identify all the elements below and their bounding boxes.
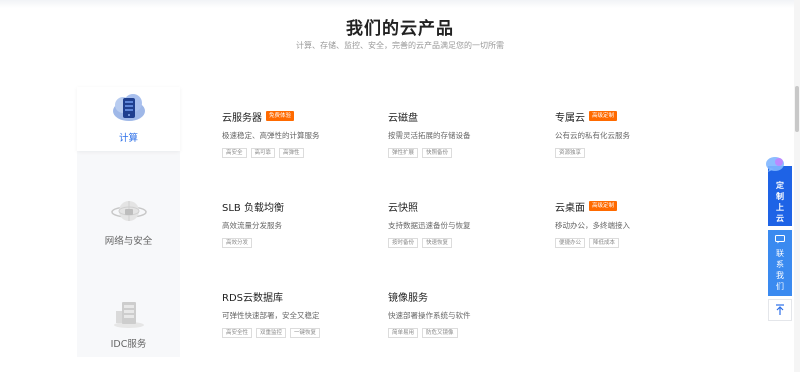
product-badge: 高级定制 bbox=[589, 111, 618, 121]
product-tag: 简单易用 bbox=[388, 328, 419, 338]
product-description: 移动办公，多终端接入 bbox=[555, 221, 630, 230]
server-cloud-icon bbox=[113, 94, 145, 121]
contact-us-button[interactable]: 联 系 我 们 bbox=[768, 230, 792, 296]
message-icon bbox=[775, 235, 785, 244]
product-cloud-snapshot[interactable]: 云快照 支持数据迅速备份与恢复 按时备份 快速恢复 bbox=[388, 199, 538, 279]
category-label: 计算 bbox=[118, 133, 138, 144]
page-scrollbar-thumb[interactable] bbox=[795, 86, 799, 132]
product-rds[interactable]: RDS云数据库 可弹性快速部署，安全又稳定 高安全性 双重监控 一键恢复 bbox=[222, 289, 372, 369]
custom-cloud-char: 云 bbox=[776, 214, 784, 223]
product-badge: 免费体验 bbox=[266, 111, 295, 121]
product-tag: 便捷办公 bbox=[555, 238, 586, 248]
product-tag: 资源独享 bbox=[555, 148, 586, 158]
product-cloud-disk[interactable]: 云磁盘 按需灵活拓展的存储设备 弹性扩展 快照备份 bbox=[388, 109, 538, 189]
product-description: 支持数据迅速备份与恢复 bbox=[388, 221, 471, 230]
back-to-top-button[interactable] bbox=[768, 299, 792, 321]
custom-cloud-char: 定 bbox=[776, 181, 784, 190]
network-globe-icon bbox=[111, 201, 147, 221]
product-tag: 防危又镜像 bbox=[422, 328, 458, 338]
product-description: 高效流量分发服务 bbox=[222, 221, 282, 230]
custom-cloud-char: 上 bbox=[776, 203, 784, 212]
category-network-security[interactable]: 网络与安全 bbox=[77, 190, 180, 254]
product-tag: 一键恢复 bbox=[290, 328, 321, 338]
product-description: 快速部署操作系统与软件 bbox=[388, 311, 471, 320]
product-name: 云快照 bbox=[388, 202, 418, 214]
top-divider bbox=[0, 0, 800, 8]
datacenter-rack-icon bbox=[114, 302, 144, 328]
product-name: RDS云数据库 bbox=[222, 292, 283, 304]
product-tag: 高可靠 bbox=[250, 148, 276, 158]
product-name: 专属云 bbox=[555, 112, 585, 124]
category-label: 网络与安全 bbox=[104, 236, 153, 247]
product-tag: 按时备份 bbox=[388, 238, 419, 248]
product-image-service[interactable]: 镜像服务 快速部署操作系统与软件 简单易用 防危又镜像 bbox=[388, 289, 538, 369]
contact-char: 联 bbox=[776, 249, 784, 258]
product-cloud-server[interactable]: 云服务器 免费体验 极速稳定、高弹性的计算服务 高安全 高可靠 高弹性 bbox=[222, 109, 372, 189]
product-description: 可弹性快速部署，安全又稳定 bbox=[222, 311, 320, 320]
product-name: 云桌面 bbox=[555, 202, 585, 214]
product-name: 云磁盘 bbox=[388, 112, 418, 124]
product-tag: 高效分发 bbox=[222, 238, 253, 248]
category-label: IDC服务 bbox=[110, 339, 147, 350]
arrow-up-icon bbox=[776, 304, 784, 315]
product-tag: 快照备份 bbox=[422, 148, 453, 158]
product-badge: 高级定制 bbox=[589, 201, 618, 211]
product-name: 云服务器 bbox=[222, 112, 262, 124]
category-compute[interactable]: 计算 bbox=[77, 87, 180, 151]
product-description: 公有云的私有化云服务 bbox=[555, 131, 630, 140]
contact-char: 系 bbox=[776, 260, 784, 269]
product-description: 按需灵活拓展的存储设备 bbox=[388, 131, 471, 140]
contact-char: 我 bbox=[776, 271, 784, 280]
product-cloud-desktop[interactable]: 云桌面 高级定制 移动办公，多终端接入 便捷办公 降低成本 bbox=[555, 199, 705, 279]
product-slb[interactable]: SLB 负载均衡 高效流量分发服务 高效分发 bbox=[222, 199, 372, 279]
product-tag: 高安全 bbox=[222, 148, 247, 158]
product-tag: 双重监控 bbox=[256, 328, 287, 338]
category-sidebar: 计算 网络与安全 IDC服务 bbox=[77, 87, 180, 357]
section-subtitle: 计算、存储、监控、安全，完善的云产品满足您的一切所需 bbox=[296, 41, 504, 50]
custom-cloud-char: 制 bbox=[776, 192, 784, 201]
product-name: SLB 负载均衡 bbox=[222, 202, 284, 214]
product-name: 镜像服务 bbox=[388, 292, 428, 304]
category-idc[interactable]: IDC服务 bbox=[77, 293, 180, 357]
section-title: 我们的云产品 bbox=[346, 19, 454, 39]
product-tag: 快速恢复 bbox=[422, 238, 453, 248]
page-scrollbar-track[interactable] bbox=[794, 0, 800, 372]
custom-cloud-button[interactable]: 定 制 上 云 bbox=[766, 157, 792, 226]
product-tag: 高弹性 bbox=[279, 148, 304, 158]
product-tag: 高安全性 bbox=[222, 328, 253, 338]
product-tag: 弹性扩展 bbox=[388, 148, 419, 158]
product-dedicated-cloud[interactable]: 专属云 高级定制 公有云的私有化云服务 资源独享 bbox=[555, 109, 705, 189]
chat-bubble-icon bbox=[766, 157, 784, 172]
product-description: 极速稳定、高弹性的计算服务 bbox=[222, 131, 320, 140]
product-tag: 降低成本 bbox=[589, 238, 620, 248]
contact-char: 们 bbox=[776, 282, 784, 291]
